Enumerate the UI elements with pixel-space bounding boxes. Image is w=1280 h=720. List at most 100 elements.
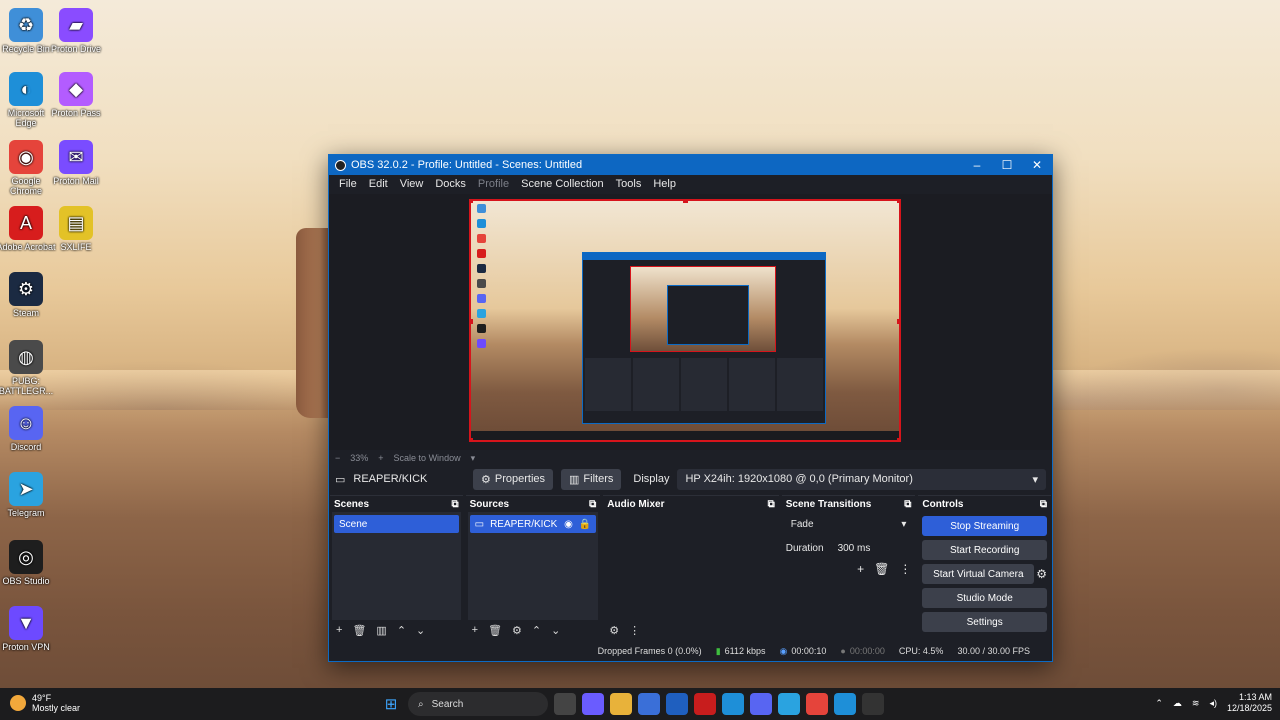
steam-icon: ⚙ [9,272,43,306]
add-icon[interactable]: + [472,624,478,636]
trash-icon[interactable]: 🗑 [874,562,889,576]
duration-input[interactable]: 300 ms [831,541,912,556]
studio-mode-button[interactable]: Studio Mode [922,588,1047,608]
windows-start-icon[interactable]: ⊞ [380,693,402,715]
obs-window: OBS 32.0.2 - Profile: Untitled - Scenes:… [328,154,1053,662]
chevron-down-icon[interactable]: ▾ [471,453,476,464]
preview-area [329,194,1052,450]
telegram-icon[interactable] [778,693,800,715]
wifi-icon[interactable]: ≋ [1192,698,1200,709]
cloud-icon[interactable]: ☁ [1173,698,1182,709]
chevron-up-icon[interactable]: ⌃ [397,624,406,637]
menu-scene-collection[interactable]: Scene Collection [515,178,610,190]
menu-view[interactable]: View [394,178,430,190]
zoom-out-icon[interactable]: − [335,453,340,463]
display-label: Display [633,473,670,485]
stop-streaming-button[interactable]: Stop Streaming [922,516,1047,536]
program-preview[interactable] [469,199,901,442]
vpn-icon[interactable] [834,693,856,715]
more-icon[interactable]: ⋮ [629,624,640,637]
stream-time-group: ◉ 00:00:10 [780,646,827,657]
dock-float-icon[interactable]: ⧉ [1040,499,1047,510]
menu-tools[interactable]: Tools [610,178,648,190]
desktop-icon[interactable]: ◎ OBS Studio [0,540,56,586]
file-explorer-icon[interactable] [610,693,632,715]
resize-handle[interactable] [897,201,899,203]
dock-float-icon[interactable]: ⧉ [589,499,596,510]
gear-icon[interactable]: ⚙ [1036,567,1047,581]
mixer-settings-icon[interactable]: ⚙ [609,624,619,637]
desktop-icon[interactable]: ▰ Proton Drive [46,8,106,54]
discord-icon[interactable] [750,693,772,715]
taskbar-search[interactable]: ⌕ Search [408,692,548,716]
chrome-icon: ◉ [9,140,43,174]
maximize-button[interactable]: ☐ [992,158,1022,172]
dock-float-icon[interactable]: ⧉ [768,499,775,510]
dock-float-icon[interactable]: ⧉ [904,499,911,510]
proton-vpn-icon: ▼ [9,606,43,640]
transition-select[interactable]: Fade ▾ [785,516,912,533]
properties-button[interactable]: ⚙ Properties [473,468,554,490]
list-item[interactable]: Scene [334,515,459,533]
store-icon[interactable] [638,693,660,715]
desktop-icon[interactable]: ➤ Telegram [0,472,56,518]
eye-icon[interactable]: ◉ [564,519,573,530]
desktop-icon-label: PUBG: BATTLEGR... [0,376,54,396]
start-virtual-camera-button[interactable]: Start Virtual Camera [922,564,1035,584]
menu-edit[interactable]: Edit [363,178,394,190]
desktop-icon[interactable]: ✉ Proton Mail [46,140,106,186]
start-recording-button[interactable]: Start Recording [922,540,1047,560]
window-titlebar[interactable]: OBS 32.0.2 - Profile: Untitled - Scenes:… [329,155,1052,175]
trash-icon[interactable]: 🗑 [488,624,502,637]
zoom-in-icon[interactable]: + [378,453,383,463]
chevron-up-icon[interactable]: ⌃ [1155,698,1163,709]
gear-icon[interactable]: ⚙ [512,624,522,637]
clock[interactable]: 1:13 AM 12/18/2025 [1227,692,1272,714]
outlook-icon[interactable] [666,693,688,715]
settings-button[interactable]: Settings [922,612,1047,632]
chevron-down-icon[interactable]: ⌄ [551,624,560,637]
duration-label: Duration [785,543,824,554]
add-icon[interactable]: + [857,562,864,576]
menu-file[interactable]: File [333,178,363,190]
display-select[interactable]: HP X24ih: 1920x1080 @ 0,0 (Primary Monit… [677,468,1046,490]
obs-icon[interactable] [862,693,884,715]
chevron-up-icon[interactable]: ⌃ [532,624,541,637]
desktop-icon[interactable]: ◆ Proton Pass [46,72,106,118]
media-icon[interactable] [694,693,716,715]
edge-icon[interactable] [722,693,744,715]
list-item[interactable]: ▭ REAPER/KICK ◉ 🔒 [469,515,597,533]
trash-icon[interactable]: 🗑 [352,624,366,637]
filter-icon[interactable]: ▥ [376,624,386,637]
close-button[interactable]: ✕ [1022,158,1052,172]
resize-handle[interactable] [897,319,899,324]
chrome-icon[interactable] [806,693,828,715]
weather-widget[interactable]: 49°F Mostly clear [10,693,80,713]
more-icon[interactable]: ⋮ [899,562,911,576]
desktop-icon[interactable]: ▤ SXLIFE [46,206,106,252]
desktop-icon[interactable]: ☺ Discord [0,406,56,452]
desktop-icon[interactable]: ◍ PUBG: BATTLEGR... [0,340,56,396]
filters-button[interactable]: ▥ Filters [561,468,622,490]
task-view-icon[interactable] [554,693,576,715]
resize-handle[interactable] [897,438,899,440]
minimize-button[interactable]: – [962,158,992,172]
lock-icon[interactable]: 🔒 [579,519,591,530]
resize-handle[interactable] [471,438,473,440]
resize-handle[interactable] [683,201,688,203]
menu-help[interactable]: Help [647,178,682,190]
dock-float-icon[interactable]: ⧉ [451,499,458,510]
scale-mode[interactable]: Scale to Window [394,453,461,463]
desktop-icon[interactable]: ▼ Proton VPN [0,606,56,652]
menu-profile[interactable]: Profile [472,178,515,190]
desktop-icon[interactable]: ⚙ Steam [0,272,56,318]
volume-icon[interactable]: ◂) [1209,698,1217,709]
menu-docks[interactable]: Docks [429,178,472,190]
resize-handle[interactable] [471,201,473,203]
resize-handle[interactable] [471,319,473,324]
chevron-down-icon[interactable]: ⌄ [416,624,425,637]
desktop-icon-label: Proton Mail [53,176,99,186]
add-icon[interactable]: + [336,624,342,636]
clock-date: 12/18/2025 [1226,703,1272,713]
copilot-icon[interactable] [582,693,604,715]
